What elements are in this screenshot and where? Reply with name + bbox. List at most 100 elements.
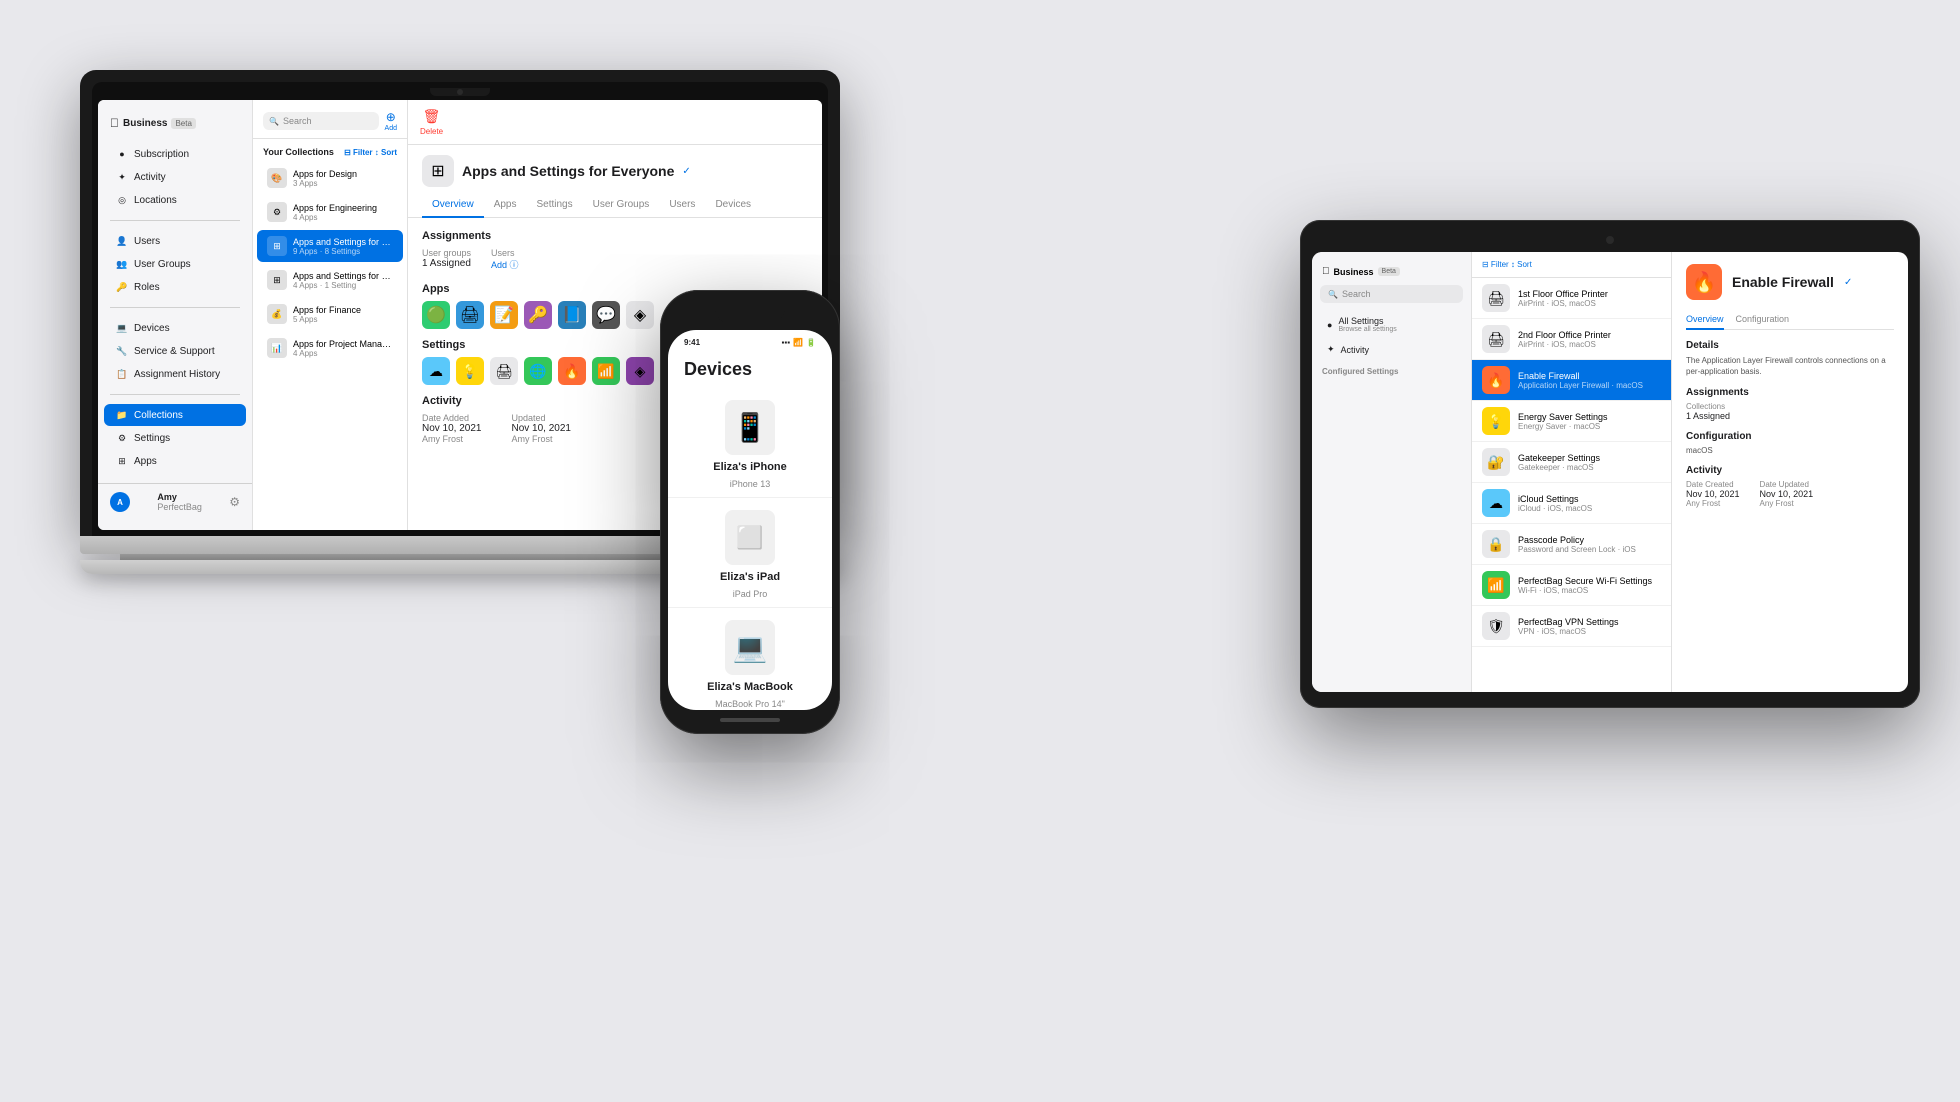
ipad-filter-sort[interactable]: ⊟ Filter ↕ Sort [1482,260,1532,269]
collection-apps-design-info: Apps for Design 3 Apps [293,169,393,188]
tab-user-groups[interactable]: User Groups [583,193,660,218]
energy-saver-name: Energy Saver Settings [1518,412,1661,422]
sidebar-item-users[interactable]: 👤 Users [104,230,246,252]
ipad-list-item-gatekeeper[interactable]: 🔐 Gatekeeper Settings Gatekeeper · macOS [1472,442,1671,483]
ipad-list-item-passcode[interactable]: 🔒 Passcode Policy Password and Screen Lo… [1472,524,1671,565]
sidebar-item-assignment-history[interactable]: 📋 Assignment History [104,363,246,385]
ipad-device:  Business Beta 🔍 Search ● All Settings … [1300,220,1920,708]
sidebar-divider-1 [110,220,240,221]
sidebar-item-roles[interactable]: 🔑 Roles [104,276,246,298]
add-icon: ⊕ [386,110,396,124]
1st-floor-meta: AirPrint · iOS, macOS [1518,299,1661,308]
ipad-tab-overview[interactable]: Overview [1686,310,1724,330]
ipad-subscriptions-icon: ● [1327,320,1332,330]
enable-firewall-icon: 🔥 [1482,366,1510,394]
ipad-list-item-perfectbag-vpn[interactable]: 🛡 PerfectBag VPN Settings VPN · iOS, mac… [1472,606,1671,647]
sidebar-item-devices[interactable]: 💻 Devices [104,317,246,339]
ipad-list-item-icloud[interactable]: ☁ iCloud Settings iCloud · iOS, macOS [1472,483,1671,524]
perfectbag-wifi-info: PerfectBag Secure Wi-Fi Settings Wi-Fi ·… [1518,576,1661,595]
updated-label: Updated [512,413,572,423]
app-icon-4: 📘 [558,301,586,329]
macbook-name: Eliza's MacBook [707,681,793,693]
sidebar-item-service-support[interactable]: 🔧 Service & Support [104,340,246,362]
phone-device-item-iphone[interactable]: 📱 Eliza's iPhone iPhone 13 [668,388,832,498]
ipad-subscriptions-label: All Settings [1338,316,1396,326]
ipad-list-item-1st-floor[interactable]: 🖨 1st Floor Office Printer AirPrint · iO… [1472,278,1671,319]
ipad-search-bar[interactable]: 🔍 Search [1320,285,1463,303]
users-icon: 👤 [116,235,128,247]
2nd-floor-info: 2nd Floor Office Printer AirPrint · iOS,… [1518,330,1661,349]
2nd-floor-name: 2nd Floor Office Printer [1518,330,1661,340]
ipad-sidebar-activity[interactable]: ✦ Activity [1317,339,1466,360]
setting-icon-6: ◈ [626,357,654,385]
collection-apps-engineering[interactable]: ⚙ Apps for Engineering 4 Apps [257,196,403,228]
1st-floor-info: 1st Floor Office Printer AirPrint · iOS,… [1518,289,1661,308]
ipad-configuration-value: macOS [1686,446,1894,455]
apps-design-icon: 🎨 [267,168,287,188]
ipad-body:  Business Beta 🔍 Search ● All Settings … [1300,220,1920,708]
sidebar-item-locations[interactable]: ◎ Locations [104,189,246,211]
users-add[interactable]: Add ⓘ [491,258,519,271]
ipad-details-section: Details The Application Layer Firewall c… [1686,340,1894,377]
search-bar[interactable]: 🔍 Search [263,112,379,130]
ipad-activity-icon: ✦ [1327,344,1335,355]
signal-icon: ▪▪▪ [782,338,791,347]
delete-button[interactable]: 🗑 Delete [420,108,443,136]
passcode-info: Passcode Policy Password and Screen Lock… [1518,535,1661,554]
collection-apps-project-management[interactable]: 📊 Apps for Project Management 4 Apps [257,332,403,364]
sidebar-section-1: ● Subscription ✦ Activity ◎ Locations [98,140,252,214]
sidebar-item-settings[interactable]: ⚙ Settings [104,427,246,449]
sidebar-label-service-support: Service & Support [134,346,215,357]
collection-apps-design[interactable]: 🎨 Apps for Design 3 Apps [257,162,403,194]
macbook-notch [430,88,490,96]
activity-date-added: Date Added Nov 10, 2021 Amy Frost [422,413,482,444]
collection-apps-engineering-name: Apps for Engineering [293,203,393,213]
tab-devices[interactable]: Devices [705,193,761,218]
collection-apps-finance[interactable]: 💰 Apps for Finance 5 Apps [257,298,403,330]
collection-apps-design-meta: 3 Apps [293,179,393,188]
sidebar-item-subscription[interactable]: ● Subscription [104,143,246,165]
sidebar-item-collections[interactable]: 📁 Collections [104,404,246,426]
app-icon-6: ◈ [626,301,654,329]
energy-saver-icon: 💡 [1482,407,1510,435]
passcode-meta: Password and Screen Lock · iOS [1518,545,1661,554]
sidebar-label-user-groups: User Groups [134,259,191,270]
sidebar-section-bottom: 📁 Collections ⚙ Settings ⊞ Apps [98,401,252,475]
ipad-tab-configuration[interactable]: Configuration [1736,310,1790,330]
sidebar-item-activity[interactable]: ✦ Activity [104,166,246,188]
ipad-list-item-perfectbag-wifi[interactable]: 📶 PerfectBag Secure Wi-Fi Settings Wi-Fi… [1472,565,1671,606]
collection-apps-settings-sales[interactable]: ⊞ Apps and Settings for Sales 4 Apps · 1… [257,264,403,296]
enable-firewall-name: Enable Firewall [1518,371,1661,381]
sidebar-item-apps[interactable]: ⊞ Apps [104,450,246,472]
ipad-activity-row: Date Created Nov 10, 2021 Any Frost Date… [1686,480,1894,508]
tab-settings[interactable]: Settings [526,193,582,218]
filter-sort[interactable]: ⊟ Filter ↕ Sort [344,148,397,157]
ipad-list-item-2nd-floor[interactable]: 🖨 2nd Floor Office Printer AirPrint · iO… [1472,319,1671,360]
ipad-assign-collections: Collections 1 Assigned [1686,402,1730,421]
ipad-date-updated-value: Nov 10, 2021 [1760,489,1814,499]
phone-device-item-macbook[interactable]: 💻 Eliza's MacBook MacBook Pro 14" [668,608,832,710]
settings-gear-icon[interactable]: ⚙ [229,495,240,509]
tab-users[interactable]: Users [659,193,705,218]
collection-apps-settings-sales-name: Apps and Settings for Sales [293,271,393,281]
sidebar-label-apps: Apps [134,456,157,467]
iphone-notch [715,302,785,324]
add-button[interactable]: ⊕ Add [385,110,397,132]
ipad-name: Eliza's iPad [720,571,780,583]
collection-apps-settings-everyone[interactable]: ⊞ Apps and Settings for Everyone 9 Apps … [257,230,403,262]
tab-overview[interactable]: Overview [422,193,484,218]
icloud-info: iCloud Settings iCloud · iOS, macOS [1518,494,1661,513]
ipad-list-item-energy-saver[interactable]: 💡 Energy Saver Settings Energy Saver · m… [1472,401,1671,442]
setting-icon-4: 🔥 [558,357,586,385]
ipad-sidebar-subscriptions[interactable]: ● All Settings Browse all settings [1317,311,1466,338]
ipad-detail-panel: 🔥 Enable Firewall ✓ Overview Configurati… [1672,252,1908,692]
perfectbag-wifi-name: PerfectBag Secure Wi-Fi Settings [1518,576,1661,586]
phone-device-item-ipad[interactable]: ⬜ Eliza's iPad iPad Pro [668,498,832,608]
nav-tabs: Overview Apps Settings User Groups Users… [408,187,822,218]
collection-apps-settings-sales-meta: 4 Apps · 1 Setting [293,281,393,290]
tab-apps[interactable]: Apps [484,193,527,218]
sidebar-divider-2 [110,307,240,308]
sidebar-item-user-groups[interactable]: 👥 User Groups [104,253,246,275]
ipad-list-item-enable-firewall[interactable]: 🔥 Enable Firewall Application Layer Fire… [1472,360,1671,401]
date-added-value: Nov 10, 2021 [422,423,482,434]
